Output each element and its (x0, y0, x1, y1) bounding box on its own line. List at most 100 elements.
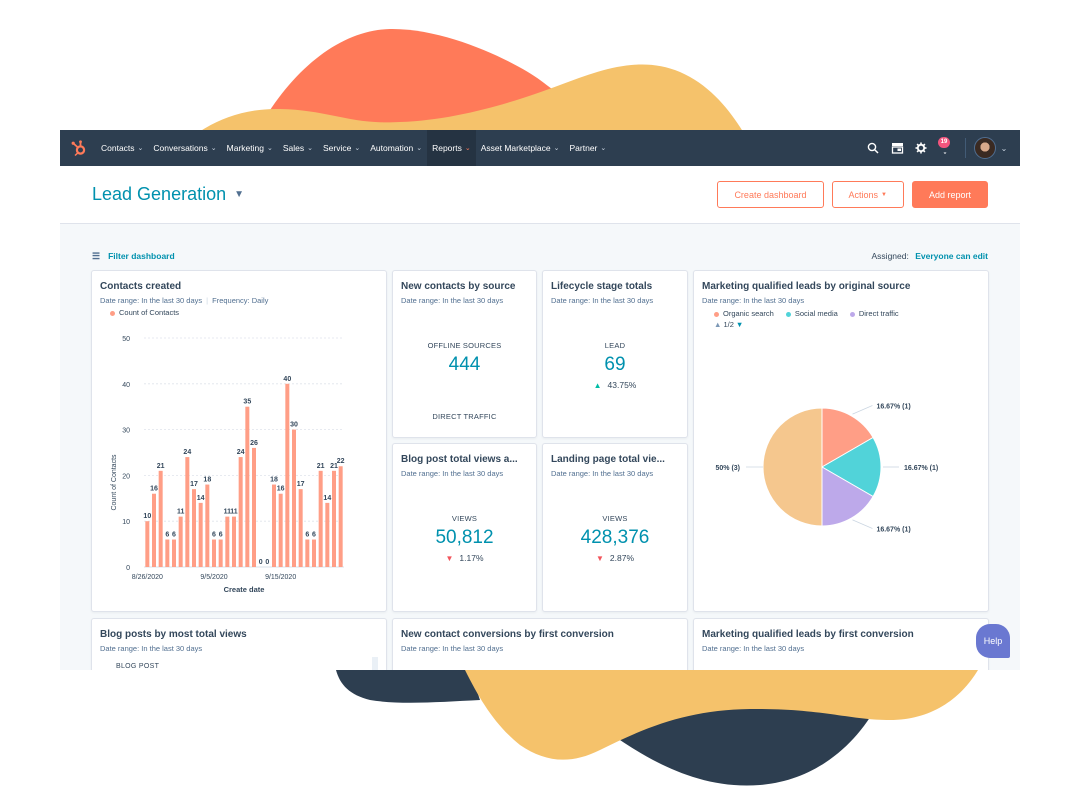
help-button[interactable]: Help (976, 624, 1010, 658)
table-column-header[interactable]: BLOG POST (116, 663, 386, 670)
card-title: Blog posts by most total views (100, 629, 247, 640)
card-mql-by-first-conversion[interactable]: Marketing qualified leads by first conve… (693, 618, 989, 670)
bar (278, 493, 283, 567)
avatar[interactable] (974, 137, 996, 159)
date-range: Date range: In the last 30 days (702, 644, 805, 653)
nav-item-sales[interactable]: Sales ⌄ (278, 130, 318, 166)
bar-data-label: 18 (203, 477, 211, 484)
filter-label: Filter dashboard (108, 251, 175, 261)
kpi: OFFLINE SOURCES 444 (393, 341, 536, 376)
legend-dot (785, 311, 791, 317)
legend-item[interactable]: Organic search (714, 309, 774, 318)
pie-leader-line (852, 519, 873, 529)
marketplace-icon[interactable] (885, 136, 909, 160)
page-title: Lead Generation (92, 184, 227, 204)
kpi-change: ▼ 2.87% (543, 553, 687, 563)
bar (152, 493, 156, 567)
card-new-contact-conversions[interactable]: New contact conversions by first convers… (392, 618, 688, 670)
caret-down-icon: ▼ (881, 191, 887, 198)
bar-data-label: 17 (190, 481, 198, 488)
card-new-contacts-by-source[interactable]: New contacts by source Date range: In th… (392, 270, 537, 438)
pager-up-icon[interactable]: ▲ (714, 320, 721, 329)
chevron-down-icon: ⌄ (266, 145, 273, 152)
nav-item-label: Service (322, 143, 352, 153)
nav-divider (965, 138, 966, 158)
actions-button[interactable]: Actions ▼ (831, 181, 904, 208)
bar (318, 470, 323, 567)
assigned-link[interactable]: Everyone can edit (915, 251, 988, 261)
bar-data-label: 17 (297, 481, 305, 488)
bar (198, 502, 203, 567)
card-lifecycle-stage-totals[interactable]: Lifecycle stage totals Date range: In th… (542, 270, 688, 438)
trend-up-icon: ▲ (593, 381, 602, 390)
y-tick-label: 50 (122, 336, 130, 343)
kpi-value: 428,376 (580, 527, 650, 548)
scrollbar[interactable] (372, 657, 378, 670)
nav-item-asset-marketplace[interactable]: Asset Marketplace ⌄ (476, 130, 565, 166)
card-blog-posts-by-views[interactable]: Blog posts by most total views Date rang… (91, 618, 387, 670)
pager-label: 1/2 (723, 320, 734, 329)
bar (312, 539, 316, 567)
chevron-down-icon: ⌄ (464, 145, 471, 152)
add-report-button[interactable]: Add report (911, 181, 988, 208)
card-title: New contacts by source (401, 281, 516, 292)
chevron-down-icon[interactable]: ⌄ (996, 136, 1012, 160)
nav-right: 19 ⌄ (861, 130, 1020, 166)
card-contacts-created[interactable]: Contacts created Date range: In the last… (91, 270, 387, 612)
filter-dashboard-button[interactable]: ☰ Filter dashboard (92, 251, 175, 262)
search-icon[interactable] (861, 136, 885, 160)
bar (292, 429, 296, 567)
card-blog-post-total-views[interactable]: Blog post total views a... Date range: I… (392, 443, 537, 612)
bar-data-label: 6 (172, 532, 176, 539)
bar-data-label: 24 (237, 449, 245, 456)
kpi: VIEWS 428,376 ▼ 2.87% (543, 514, 687, 563)
contacts-bar-chart: 010203040501016216 611241714186 611 1124352… (111, 336, 345, 594)
legend-item[interactable]: Social media (785, 309, 838, 318)
bar (232, 516, 236, 567)
chevron-down-icon: ⌄ (210, 145, 217, 152)
card-mql-by-original-source[interactable]: Marketing qualified leads by original so… (693, 270, 989, 612)
nav-item-reports[interactable]: Reports ⌄ (427, 130, 476, 166)
bar (305, 539, 310, 567)
date-range: Date range: In the last 30 days (551, 296, 654, 305)
dashboard-selector[interactable]: Lead Generation ▼ (92, 184, 244, 205)
card-title: New contact conversions by first convers… (401, 629, 614, 640)
bar (205, 484, 210, 567)
nav-item-automation[interactable]: Automation ⌄ (365, 130, 427, 166)
x-tick-label: 9/5/2020 (200, 574, 227, 581)
bar-data-label: 6 (312, 532, 316, 539)
nav-item-partner[interactable]: Partner ⌄ (565, 130, 612, 166)
pie-data-label: 16.67% (1) (876, 526, 910, 533)
pie-slice (762, 407, 823, 527)
nav-item-contacts[interactable]: Contacts ⌄ (96, 130, 148, 166)
nav-item-service[interactable]: Service ⌄ (318, 130, 365, 166)
pager-down-icon[interactable]: ▼ (736, 320, 743, 329)
marketing-hero: Contacts ⌄ Conversations ⌄ Marketing ⌄ Sales ⌄ S… (0, 0, 1080, 800)
kpi-value: 50,812 (435, 527, 494, 548)
card-title: Contacts created (100, 281, 182, 292)
legend-dot (110, 310, 115, 316)
bar (185, 457, 190, 567)
y-tick-label: 30 (122, 428, 130, 435)
gear-icon[interactable] (909, 136, 933, 160)
card-title: Marketing qualified leads by original so… (702, 281, 911, 292)
change-value: 2.87% (609, 553, 635, 563)
nav-item-marketing[interactable]: Marketing ⌄ (222, 130, 278, 166)
hubspot-logo-icon[interactable] (62, 130, 96, 166)
date-range: Date range: In the last 30 days (551, 469, 654, 478)
nav-item-conversations[interactable]: Conversations ⌄ (148, 130, 221, 166)
legend-item[interactable]: Direct traffic (849, 309, 899, 318)
kpi-label: LEAD (604, 341, 626, 350)
card-landing-page-total-views[interactable]: Landing page total vie... Date range: In… (542, 443, 688, 612)
bar (212, 539, 216, 567)
change-value: 43.75% (607, 380, 637, 390)
pie-data-label: 16.67% (1) (876, 404, 910, 411)
nav-item-label: Reports (432, 143, 462, 153)
bar (225, 516, 230, 567)
create-dashboard-button[interactable]: Create dashboard (717, 181, 824, 208)
mql-pie-chart: 16.67% (1) 16.67% (1) 16.67% (1) 50% (3) (715, 404, 938, 534)
notifications-icon[interactable]: 19 (933, 136, 957, 160)
pie-leader-line (852, 405, 873, 415)
bar-data-label: 11 (230, 509, 238, 516)
legend-dot (849, 311, 855, 317)
